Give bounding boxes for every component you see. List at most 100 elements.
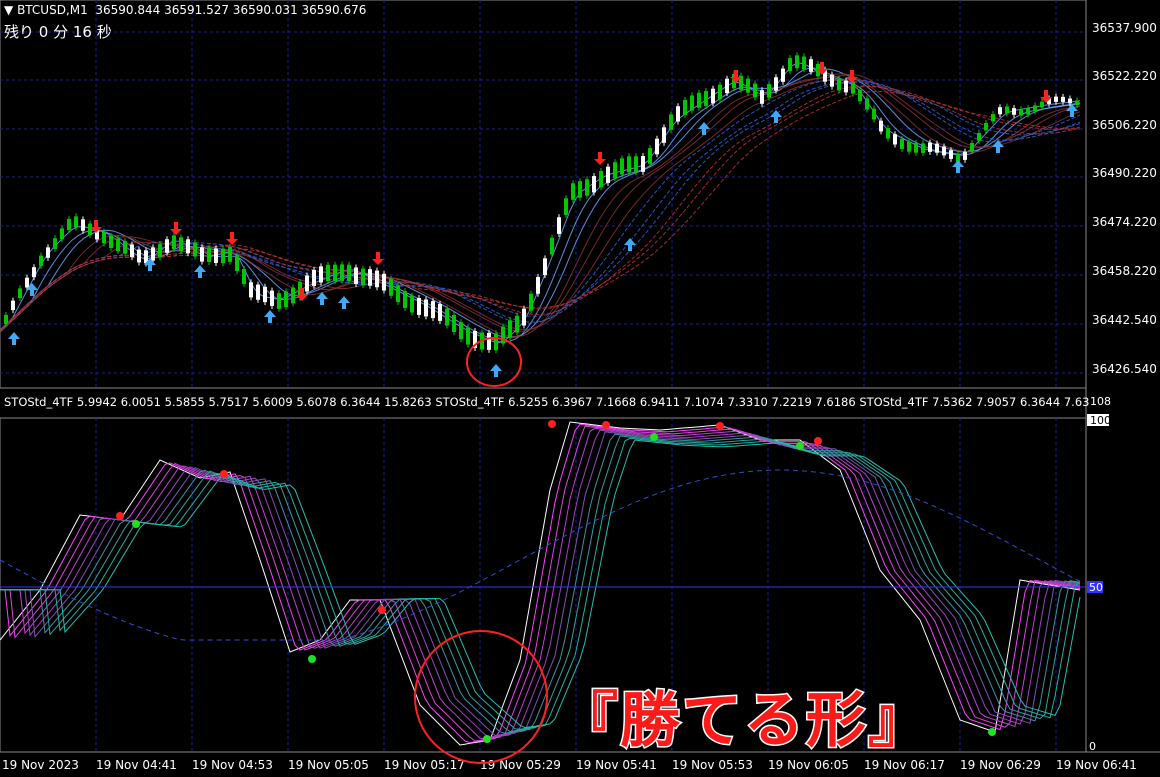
candle-body: [256, 284, 260, 300]
candle-body: [634, 156, 638, 173]
candle-body: [900, 138, 904, 150]
candle-body: [781, 68, 785, 82]
candle-body: [438, 303, 442, 321]
candle-body: [459, 322, 463, 340]
candle-body: [991, 114, 995, 122]
candle-body: [452, 314, 456, 332]
candle-body: [921, 143, 925, 153]
sell-dot: [116, 512, 124, 520]
candle-body: [39, 255, 43, 266]
candle-body: [1068, 98, 1072, 104]
candle-body: [242, 269, 246, 285]
candle-body: [11, 300, 15, 311]
candle-body: [130, 244, 134, 258]
candle-body: [263, 286, 267, 303]
candle-body: [585, 179, 589, 196]
price-tick: 36522.220: [1092, 69, 1157, 83]
annotation-banner: 『勝てる形』: [557, 685, 930, 758]
candle-body: [711, 88, 715, 104]
price-tick: 36458.220: [1092, 264, 1157, 278]
candle-body: [963, 151, 967, 160]
candle-body: [613, 162, 617, 179]
candle-body: [753, 83, 757, 98]
candle-body: [25, 277, 29, 288]
candle-body: [865, 98, 869, 110]
candle-body: [172, 235, 176, 249]
candle-body: [396, 285, 400, 303]
candle-body: [487, 332, 491, 350]
buy-dot: [796, 442, 804, 450]
candle-body: [970, 142, 974, 151]
chevron-down-icon[interactable]: ▼: [4, 3, 13, 17]
chart-header: ▼ BTCUSD,M1 36590.844 36591.527 36590.03…: [4, 3, 366, 17]
candle-body: [564, 198, 568, 215]
candle-body: [1005, 106, 1009, 114]
candle-body: [417, 298, 421, 315]
candle-body: [74, 216, 78, 228]
candle-body: [186, 239, 190, 254]
time-tick: 19 Nov 06:05: [768, 758, 849, 772]
candle-body: [312, 269, 316, 286]
candle-body: [158, 244, 162, 258]
candle-body: [46, 247, 50, 258]
candle-body: [193, 242, 197, 257]
candle-body: [886, 128, 890, 139]
candle-body: [333, 264, 337, 281]
candle-body: [305, 275, 309, 292]
candle-body: [347, 264, 351, 282]
time-tick: 19 Nov 06:29: [960, 758, 1041, 772]
candle-body: [837, 78, 841, 91]
candle-body: [536, 276, 540, 294]
candle-body: [277, 293, 281, 309]
sell-dot: [220, 470, 228, 478]
indicator-values: STOStd_4TF 5.9942 6.0051 5.5855 5.7517 5…: [4, 395, 1090, 409]
candle-body: [928, 142, 932, 152]
candle-body: [165, 239, 169, 253]
candle-body: [774, 77, 778, 91]
candle-body: [382, 273, 386, 291]
candle-body: [704, 91, 708, 106]
candle-body: [340, 264, 344, 281]
candle-body: [1012, 108, 1016, 115]
candle-body: [669, 114, 673, 130]
candle-body: [361, 268, 365, 286]
candle-body: [102, 231, 106, 244]
candle-body: [655, 138, 659, 155]
candle-body: [508, 320, 512, 338]
candle-body: [984, 122, 988, 131]
candle-body: [809, 59, 813, 72]
time-tick: 19 Nov 06:41: [1056, 758, 1137, 772]
chart-canvas: 36537.900 36522.220 36506.220 36490.220 …: [0, 0, 1160, 772]
candle-body: [466, 327, 470, 345]
candle-body: [802, 56, 806, 70]
candle-body: [431, 301, 435, 319]
candle-body: [501, 326, 505, 344]
candle-body: [354, 267, 358, 284]
candle-body: [529, 293, 533, 311]
candle-body: [795, 55, 799, 69]
candle-body: [578, 181, 582, 198]
candle-body: [53, 238, 57, 249]
candle-body: [4, 314, 8, 325]
candle-body: [424, 299, 428, 317]
sell-dot: [814, 437, 822, 445]
candle-body: [1054, 96, 1058, 102]
candle-body: [914, 142, 918, 153]
countdown-label: 残り 0 分 16 秒: [4, 23, 112, 41]
candle-body: [123, 241, 127, 254]
price-tick: 36474.220: [1092, 215, 1157, 229]
candle-body: [319, 266, 323, 283]
candle-body: [543, 258, 547, 276]
time-axis: 19 Nov 2023 19 Nov 04:41 19 Nov 04:53 19…: [2, 758, 1137, 772]
candle-body: [235, 256, 239, 272]
price-tick: 36506.220: [1092, 118, 1157, 132]
price-tick: 36426.540: [1092, 362, 1157, 376]
candle-body: [830, 74, 834, 87]
candle-body: [1033, 105, 1037, 112]
candle-body: [592, 176, 596, 193]
time-tick: 19 Nov 06:17: [864, 758, 945, 772]
candle-body: [515, 315, 519, 333]
candle-body: [284, 291, 288, 308]
level-50-label: 50: [1089, 581, 1103, 594]
indicator-axis: 108 100 50 0: [1087, 395, 1111, 753]
